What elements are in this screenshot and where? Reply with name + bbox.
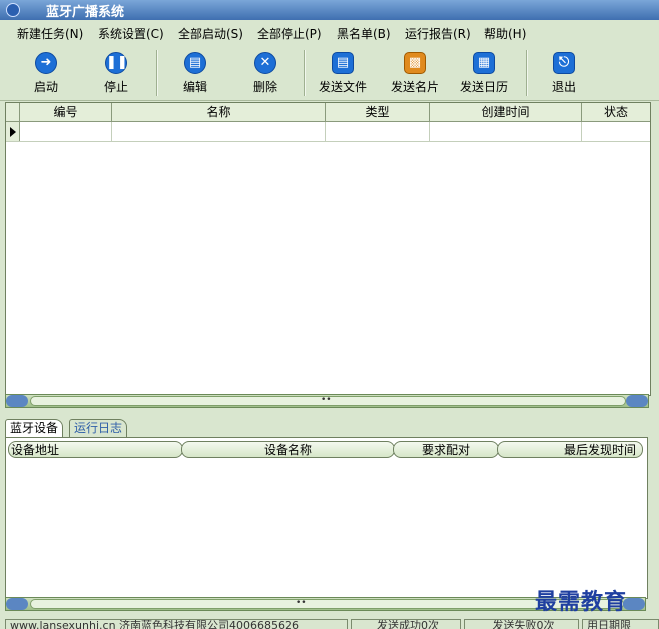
delete-button[interactable]: ✕ 删除 bbox=[240, 49, 290, 97]
task-table-header: 编号 名称 类型 创建时间 状态 bbox=[6, 103, 650, 122]
menu-bar: 新建任务(N) 系统设置(C) 全部启动(S) 全部停止(P) 黑名单(B) 运… bbox=[0, 20, 659, 46]
col-pairing[interactable]: 要求配对 bbox=[393, 441, 499, 458]
menu-start-all[interactable]: 全部启动(S) bbox=[178, 25, 243, 42]
status-bar: www.lansexunhi.cn 济南蓝色科技有限公司4006685626 发… bbox=[0, 619, 659, 629]
table-cell[interactable] bbox=[582, 122, 650, 141]
watermark: 最需教育 bbox=[535, 589, 628, 615]
bluetooth-icon bbox=[6, 3, 20, 17]
send-file-label: 发送文件 bbox=[318, 80, 367, 94]
send-card-label: 发送名片 bbox=[390, 80, 439, 94]
calendar-icon: ▦ bbox=[473, 52, 495, 74]
scroll-right-icon[interactable] bbox=[626, 395, 648, 407]
menu-new-task[interactable]: 新建任务(N) bbox=[17, 25, 83, 42]
table-cell[interactable] bbox=[326, 122, 430, 141]
arrow-right-icon: ➜ bbox=[35, 52, 57, 74]
title-bar: 蓝牙广播系统 bbox=[0, 0, 659, 20]
send-calendar-label: 发送日历 bbox=[459, 80, 508, 94]
table-row[interactable] bbox=[6, 122, 650, 142]
delete-label: 删除 bbox=[252, 80, 277, 94]
edit-icon: ▤ bbox=[184, 52, 206, 74]
col-type[interactable]: 类型 bbox=[326, 103, 430, 121]
exit-icon: ⎋ bbox=[553, 52, 575, 74]
file-icon: ▤ bbox=[332, 52, 354, 74]
device-table-header: 设备地址 设备名称 要求配对 最后发现时间 bbox=[6, 441, 647, 458]
status-fail: 发送失败0次 bbox=[464, 619, 579, 629]
grip-icon: •• bbox=[296, 598, 307, 608]
menu-settings[interactable]: 系统设置(C) bbox=[98, 25, 164, 42]
exit-label: 退出 bbox=[551, 80, 576, 94]
col-device-address[interactable]: 设备地址 bbox=[8, 441, 183, 458]
pause-icon: ❚❚ bbox=[105, 52, 128, 74]
start-label: 启动 bbox=[33, 80, 58, 94]
table-cell[interactable] bbox=[20, 122, 112, 141]
row-header-corner bbox=[6, 103, 20, 121]
table-cell[interactable] bbox=[430, 122, 582, 141]
window-title: 蓝牙广播系统 bbox=[46, 5, 125, 20]
scroll-left-icon[interactable] bbox=[6, 598, 28, 610]
edit-label: 编辑 bbox=[182, 80, 207, 94]
stop-label: 停止 bbox=[103, 80, 128, 94]
close-icon: ✕ bbox=[254, 52, 276, 74]
toolbar-separator bbox=[156, 50, 158, 96]
device-table[interactable]: 设备地址 设备名称 要求配对 最后发现时间 bbox=[5, 437, 648, 599]
status-expire: 用日期限 bbox=[582, 619, 659, 629]
toolbar-separator bbox=[526, 50, 528, 96]
col-created[interactable]: 创建时间 bbox=[430, 103, 582, 121]
col-device-name[interactable]: 设备名称 bbox=[181, 441, 395, 458]
card-icon: ▩ bbox=[404, 52, 426, 74]
exit-button[interactable]: ⎋ 退出 bbox=[539, 49, 589, 97]
status-success: 发送成功0次 bbox=[351, 619, 461, 629]
send-file-button[interactable]: ▤ 发送文件 bbox=[318, 49, 368, 97]
grip-icon: •• bbox=[321, 395, 332, 405]
col-number[interactable]: 编号 bbox=[20, 103, 112, 121]
table-cell[interactable] bbox=[112, 122, 326, 141]
task-table-hscrollbar[interactable]: •• bbox=[5, 394, 649, 408]
edit-button[interactable]: ▤ 编辑 bbox=[170, 49, 220, 97]
col-status[interactable]: 状态 bbox=[582, 103, 650, 121]
send-calendar-button[interactable]: ▦ 发送日历 bbox=[459, 49, 509, 97]
menu-report[interactable]: 运行报告(R) bbox=[405, 25, 471, 42]
stop-button[interactable]: ❚❚ 停止 bbox=[91, 49, 141, 97]
menu-blacklist[interactable]: 黑名单(B) bbox=[337, 25, 391, 42]
start-button[interactable]: ➜ 启动 bbox=[21, 49, 71, 97]
scroll-left-icon[interactable] bbox=[6, 395, 28, 407]
toolbar: ➜ 启动 ❚❚ 停止 ▤ 编辑 ✕ 删除 ▤ 发送文件 ▩ 发送名片 ▦ 发送日… bbox=[0, 45, 659, 101]
col-last-seen[interactable]: 最后发现时间 bbox=[497, 441, 643, 458]
task-table[interactable]: 编号 名称 类型 创建时间 状态 bbox=[5, 102, 651, 396]
tab-bluetooth-devices[interactable]: 蓝牙设备 bbox=[5, 419, 64, 437]
scroll-thumb[interactable]: •• bbox=[30, 395, 626, 406]
menu-stop-all[interactable]: 全部停止(P) bbox=[257, 25, 322, 42]
status-company: www.lansexunhi.cn 济南蓝色科技有限公司4006685626 bbox=[5, 619, 348, 629]
send-card-button[interactable]: ▩ 发送名片 bbox=[390, 49, 440, 97]
toolbar-separator bbox=[304, 50, 306, 96]
tab-run-log[interactable]: 运行日志 bbox=[69, 419, 128, 437]
menu-help[interactable]: 帮助(H) bbox=[484, 25, 526, 42]
col-name[interactable]: 名称 bbox=[112, 103, 326, 121]
